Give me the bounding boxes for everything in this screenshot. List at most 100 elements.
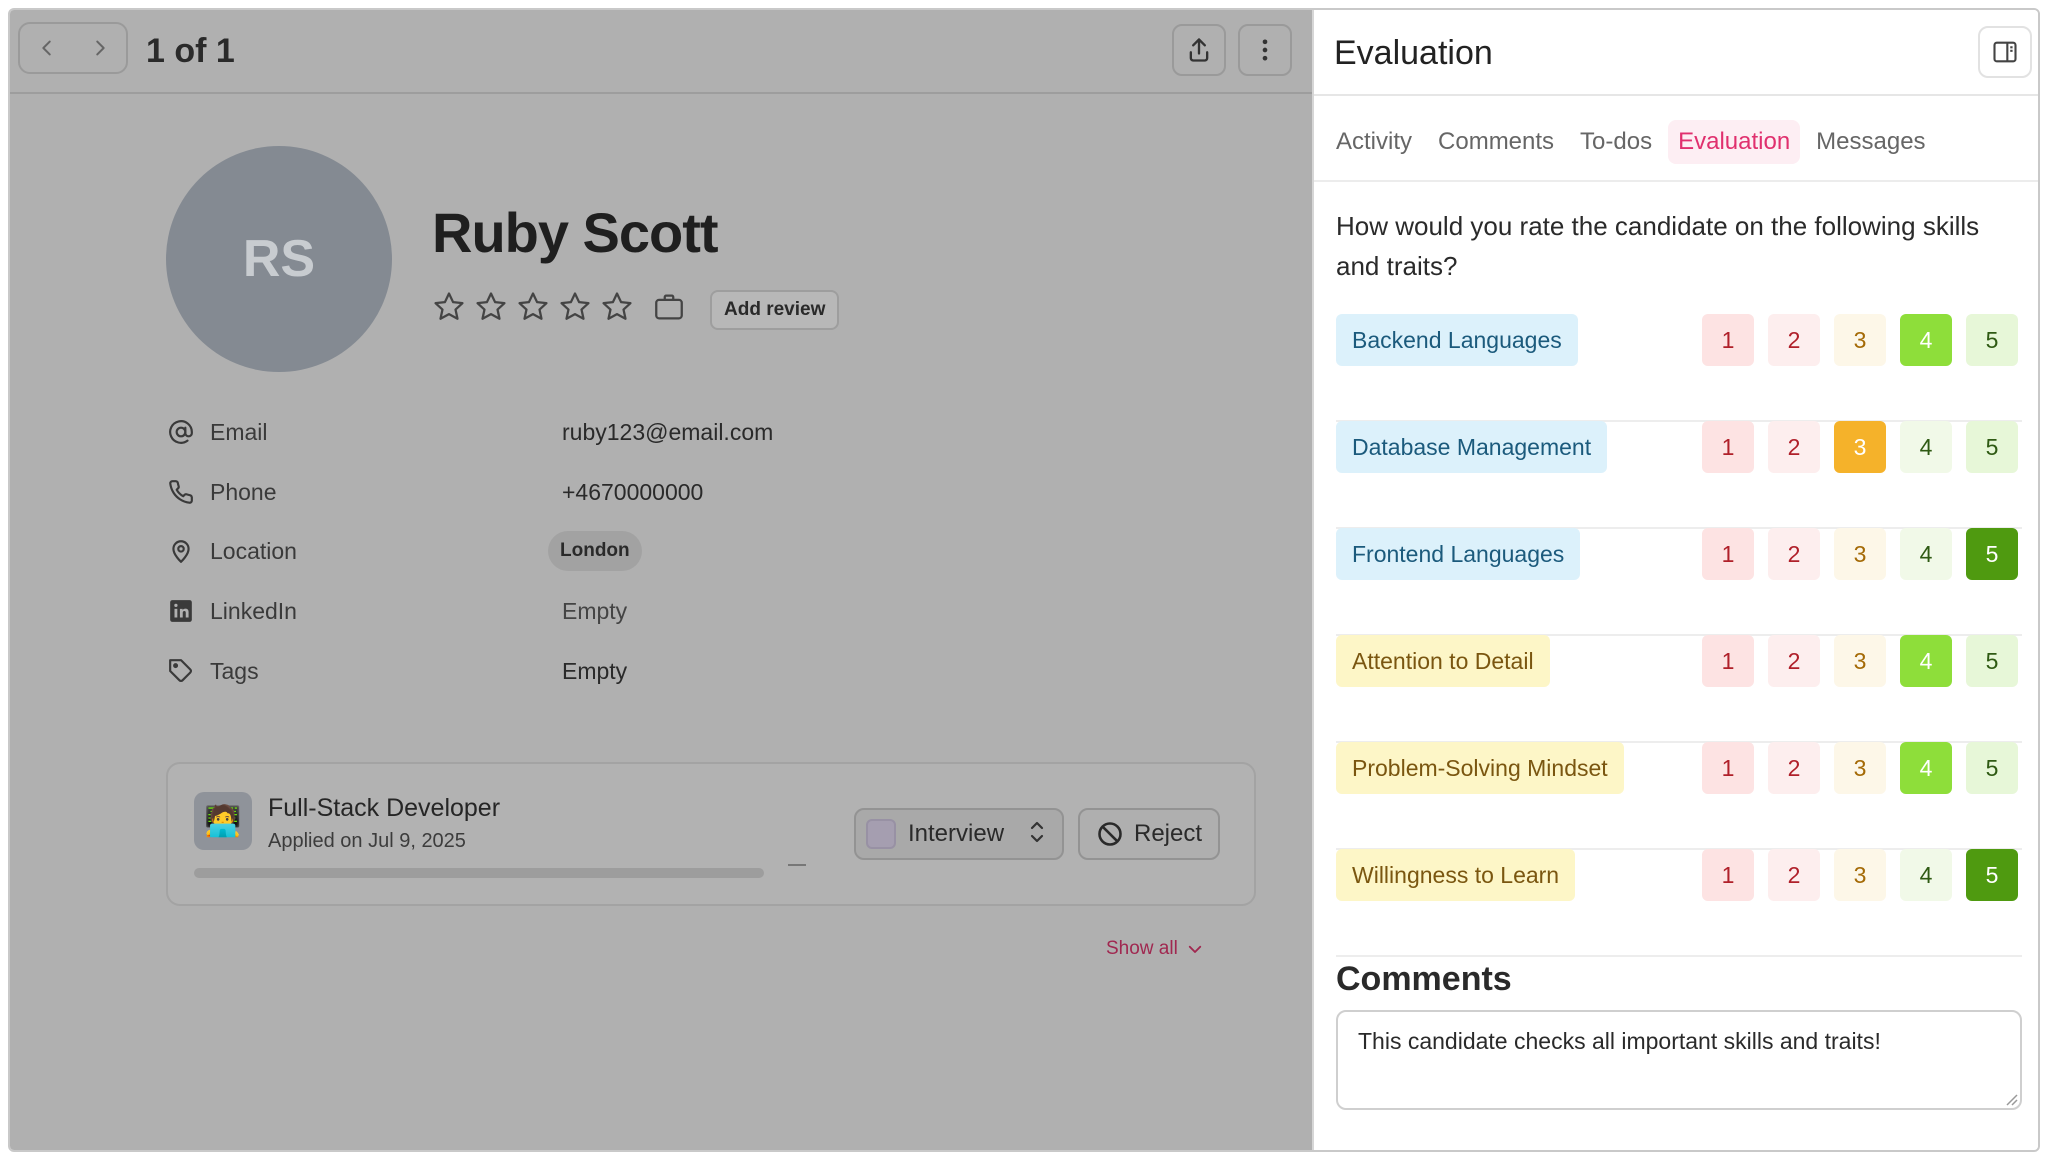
score-button-2[interactable]: 2 [1768, 635, 1820, 687]
star-rating[interactable] [432, 290, 686, 324]
score-button-1[interactable]: 1 [1702, 635, 1754, 687]
add-review-button[interactable]: Add review [710, 290, 840, 330]
star-icon[interactable] [558, 290, 592, 324]
score-options: 12345 [1702, 528, 2018, 580]
stage-select[interactable]: Interview [854, 808, 1064, 860]
resize-grip-icon[interactable] [2004, 1092, 2018, 1106]
next-button[interactable] [73, 24, 126, 72]
score-button-2[interactable]: 2 [1768, 528, 1820, 580]
score-button-3[interactable]: 3 [1834, 635, 1886, 687]
reject-label: Reject [1133, 820, 1203, 847]
score-options: 12345 [1702, 421, 2018, 473]
skill-row: Problem-Solving Mindset 1 2 3 4 5 [1336, 742, 2022, 850]
toggle-sidebar-button[interactable] [1978, 26, 2032, 78]
score-button-4[interactable]: 4 [1900, 528, 1952, 580]
panel-tabs: Activity Comments To-dos Evaluation Mess… [1326, 120, 1936, 164]
score-button-5[interactable]: 5 [1966, 528, 2018, 580]
score-button-4[interactable]: 4 [1900, 635, 1952, 687]
score-button-5[interactable]: 5 [1966, 635, 2018, 687]
skill-row: Frontend Languages 1 2 3 4 5 [1336, 528, 2022, 636]
job-emoji-icon: 🧑‍💻 [194, 792, 252, 850]
panel-title: Evaluation [1334, 34, 1493, 72]
briefcase-icon[interactable] [652, 290, 686, 324]
star-icon[interactable] [600, 290, 634, 324]
phone-icon [166, 477, 196, 507]
stage-label: Interview [908, 820, 1005, 847]
share-button[interactable] [1172, 24, 1226, 76]
skill-row: Willingness to Learn 1 2 3 4 5 [1336, 849, 2022, 957]
email-value[interactable]: ruby123@email.com [562, 419, 773, 446]
progress-dash [788, 864, 806, 866]
score-button-4[interactable]: 4 [1900, 849, 1952, 901]
skill-tag: Willingness to Learn [1336, 849, 1576, 901]
linkedin-value[interactable]: Empty [562, 598, 627, 625]
score-button-4[interactable]: 4 [1900, 742, 1952, 794]
field-location: Location [166, 533, 297, 569]
field-linkedin: LinkedIn [166, 593, 297, 629]
comments-heading: Comments [1336, 960, 1512, 998]
evaluation-question: How would you rate the candidate on the … [1336, 211, 1980, 281]
skill-tag: Problem-Solving Mindset [1336, 742, 1624, 794]
field-label: LinkedIn [210, 597, 297, 624]
score-button-2[interactable]: 2 [1768, 421, 1820, 473]
ban-icon [1098, 822, 1122, 846]
prev-button[interactable] [20, 24, 73, 72]
score-button-3[interactable]: 3 [1834, 314, 1886, 366]
score-button-3[interactable]: 3 [1834, 742, 1886, 794]
show-all-link[interactable]: Show all [1106, 938, 1204, 960]
score-button-3[interactable]: 3 [1834, 849, 1886, 901]
score-button-3[interactable]: 3 [1834, 421, 1886, 473]
comments-textarea[interactable]: This candidate checks all important skil… [1336, 1010, 2022, 1110]
score-button-2[interactable]: 2 [1768, 849, 1820, 901]
field-tags: Tags [166, 653, 259, 689]
skill-tag: Backend Languages [1336, 314, 1578, 366]
score-button-4[interactable]: 4 [1900, 314, 1952, 366]
score-options: 12345 [1702, 742, 2018, 794]
score-button-5[interactable]: 5 [1966, 421, 2018, 473]
chevron-right-icon [95, 40, 105, 56]
row-divider [1336, 955, 2022, 957]
stage-color-swatch [866, 819, 896, 849]
tab-todos[interactable]: To-dos [1570, 120, 1662, 164]
skill-tag: Attention to Detail [1336, 635, 1550, 687]
skill-row: Backend Languages 1 2 3 4 5 [1336, 314, 2022, 422]
application-card: 🧑‍💻 Full-Stack Developer Applied on Jul … [166, 762, 1256, 906]
location-chip[interactable]: London [548, 531, 642, 571]
star-icon[interactable] [432, 290, 466, 324]
applied-date: Applied on Jul 9, 2025 [268, 830, 466, 852]
tags-value[interactable]: Empty [562, 658, 627, 685]
candidate-name: Ruby Scott [432, 201, 719, 264]
score-button-1[interactable]: 1 [1702, 742, 1754, 794]
score-button-2[interactable]: 2 [1768, 742, 1820, 794]
evaluation-panel: Evaluation Activity Comments To-dos Eval… [1312, 10, 2038, 1150]
avatar: RS [166, 146, 392, 372]
phone-value[interactable]: +4670000000 [562, 479, 703, 506]
more-options-button[interactable] [1238, 24, 1292, 76]
candidate-profile-panel: 1 of 1 RS Ruby Scott Add review Email ru… [10, 10, 1312, 1150]
skill-row: Database Management 1 2 3 4 5 [1336, 421, 2022, 529]
score-button-1[interactable]: 1 [1702, 421, 1754, 473]
score-button-1[interactable]: 1 [1702, 528, 1754, 580]
score-button-5[interactable]: 5 [1966, 314, 2018, 366]
score-button-3[interactable]: 3 [1834, 528, 1886, 580]
job-title[interactable]: Full-Stack Developer [268, 794, 500, 823]
star-icon[interactable] [516, 290, 550, 324]
show-all-label: Show all [1106, 938, 1178, 959]
field-label: Email [210, 418, 268, 445]
score-button-4[interactable]: 4 [1900, 421, 1952, 473]
score-button-1[interactable]: 1 [1702, 314, 1754, 366]
tab-comments[interactable]: Comments [1428, 120, 1564, 164]
score-button-5[interactable]: 5 [1966, 742, 2018, 794]
score-options: 12345 [1702, 635, 2018, 687]
tab-activity[interactable]: Activity [1326, 120, 1422, 164]
more-vertical-icon [1262, 39, 1268, 61]
tab-evaluation[interactable]: Evaluation [1668, 120, 1801, 164]
reject-button[interactable]: Reject [1078, 808, 1220, 860]
score-button-2[interactable]: 2 [1768, 314, 1820, 366]
star-icon[interactable] [474, 290, 508, 324]
score-button-1[interactable]: 1 [1702, 849, 1754, 901]
score-button-5[interactable]: 5 [1966, 849, 2018, 901]
tab-messages[interactable]: Messages [1806, 120, 1935, 164]
at-sign-icon [166, 417, 196, 447]
tag-icon [166, 656, 196, 686]
